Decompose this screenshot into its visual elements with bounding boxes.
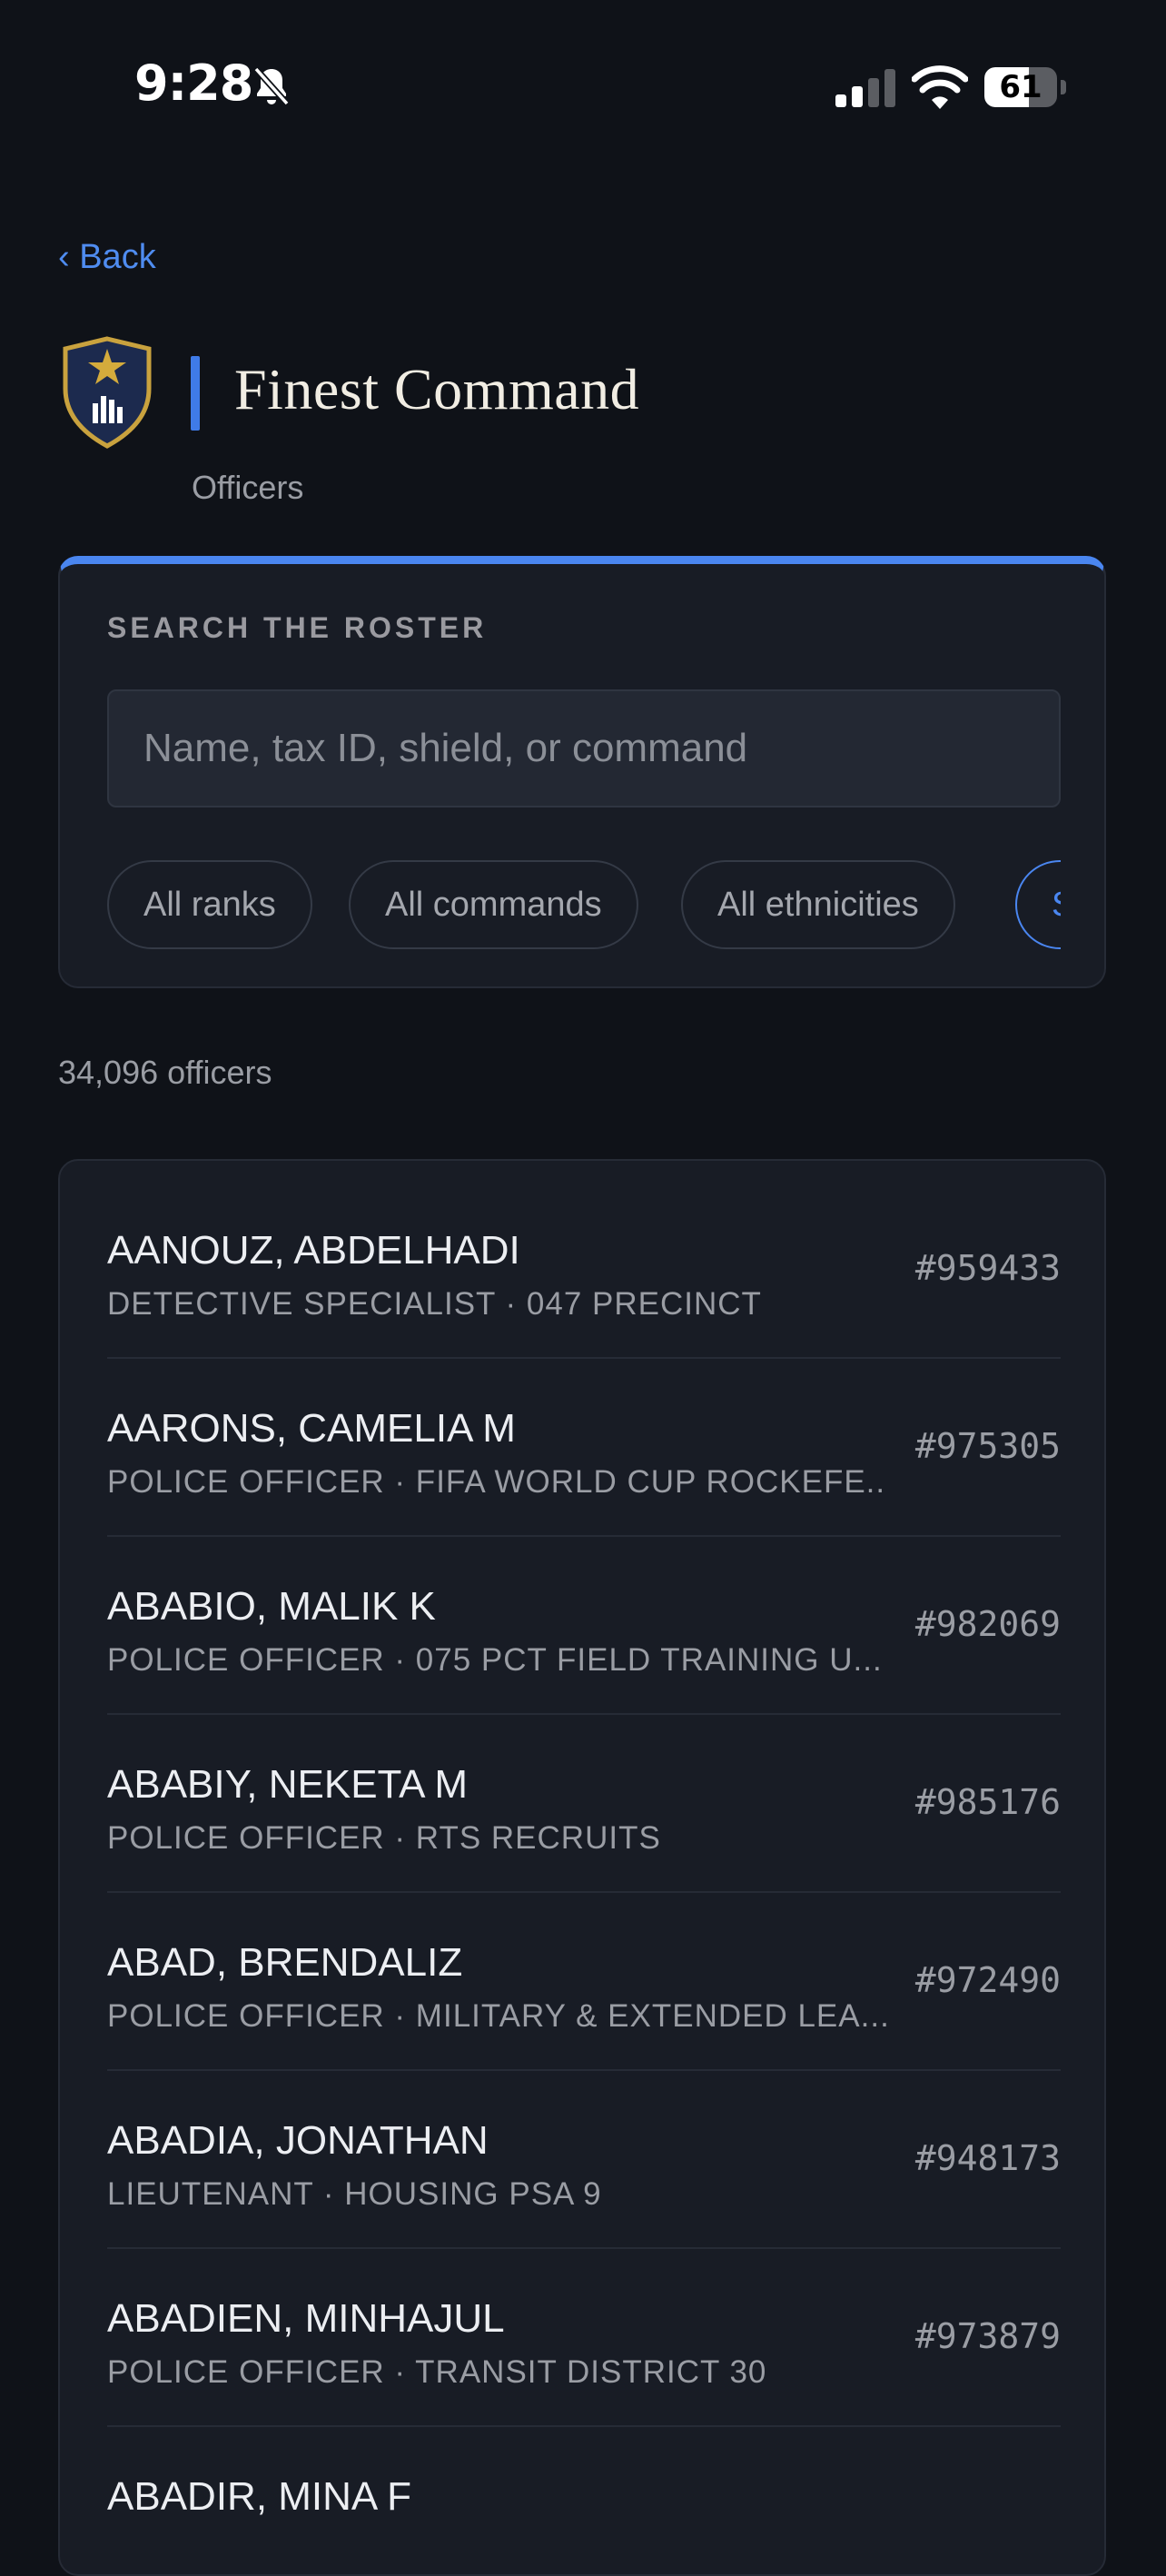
status-bar: 9:28 61 bbox=[0, 0, 1166, 173]
filter-chip-status[interactable]: S bbox=[1015, 860, 1061, 949]
filter-chip-row[interactable]: All ranks All commands All ethnicities S bbox=[107, 860, 1061, 951]
wifi-icon bbox=[912, 65, 968, 109]
officer-rank-command: POLICE OFFICER · 075 PCT FIELD TRAINING … bbox=[107, 1642, 883, 1678]
officer-shield-number: #982069 bbox=[914, 1604, 1061, 1644]
status-time: 9:28 bbox=[134, 54, 253, 112]
officer-name: ABADIA, JONATHAN bbox=[107, 2118, 489, 2163]
officer-rank-command: POLICE OFFICER · FIFA WORLD CUP ROCKEFE.… bbox=[107, 1464, 888, 1500]
officer-row[interactable]: ABAD, BRENDALIZ POLICE OFFICER · MILITAR… bbox=[107, 1891, 1061, 2071]
officer-rank-command: POLICE OFFICER · MILITARY & EXTENDED LEA… bbox=[107, 1998, 888, 2034]
officer-row[interactable]: ABABIO, MALIK K POLICE OFFICER · 075 PCT… bbox=[107, 1535, 1061, 1715]
back-button[interactable]: ‹ Back bbox=[58, 238, 156, 277]
officer-name: AARONS, CAMELIA M bbox=[107, 1406, 516, 1451]
filter-chip-commands[interactable]: All commands bbox=[349, 860, 638, 949]
battery-level: 61 bbox=[999, 69, 1042, 105]
officer-row[interactable]: ABADIR, MINA F bbox=[107, 2425, 1061, 2574]
battery-icon: 61 bbox=[984, 67, 1066, 107]
officer-row[interactable]: AARONS, CAMELIA M POLICE OFFICER · FIFA … bbox=[107, 1357, 1061, 1537]
shield-star-icon bbox=[63, 336, 152, 449]
officer-row[interactable]: ABADIEN, MINHAJUL POLICE OFFICER · TRANS… bbox=[107, 2247, 1061, 2427]
officer-shield-number: #959433 bbox=[914, 1248, 1061, 1288]
filter-chip-ethnicities[interactable]: All ethnicities bbox=[681, 860, 955, 949]
app-title: Finest Command bbox=[234, 357, 640, 421]
filter-chip-ranks[interactable]: All ranks bbox=[107, 860, 312, 949]
search-input[interactable] bbox=[107, 689, 1061, 807]
cellular-signal-icon bbox=[835, 69, 895, 107]
officer-shield-number: #948173 bbox=[914, 2138, 1061, 2178]
bell-slash-icon bbox=[253, 66, 290, 106]
search-card: SEARCH THE ROSTER All ranks All commands… bbox=[58, 556, 1106, 988]
title-accent-bar bbox=[191, 356, 200, 431]
officer-shield-number: #973879 bbox=[914, 2316, 1061, 2356]
result-count: 34,096 officers bbox=[58, 1054, 272, 1091]
officer-row[interactable]: ABABIY, NEKETA M POLICE OFFICER · RTS RE… bbox=[107, 1713, 1061, 1893]
officer-shield-number: #975305 bbox=[914, 1426, 1061, 1466]
search-heading: SEARCH THE ROSTER bbox=[107, 611, 488, 644]
officer-name: ABABIY, NEKETA M bbox=[107, 1762, 468, 1807]
officer-name: ABADIEN, MINHAJUL bbox=[107, 2296, 505, 2341]
officer-name: ABABIO, MALIK K bbox=[107, 1584, 436, 1629]
officer-shield-number: #985176 bbox=[914, 1782, 1061, 1822]
officer-row[interactable]: ABADIA, JONATHAN LIEUTENANT · HOUSING PS… bbox=[107, 2069, 1061, 2249]
officer-rank-command: POLICE OFFICER · RTS RECRUITS bbox=[107, 1820, 661, 1856]
officer-rank-command: DETECTIVE SPECIALIST · 047 PRECINCT bbox=[107, 1286, 762, 1322]
officer-name: ABADIR, MINA F bbox=[107, 2474, 411, 2519]
page-subtitle: Officers bbox=[192, 469, 304, 506]
officer-list: AANOUZ, ABDELHADI DETECTIVE SPECIALIST ·… bbox=[58, 1159, 1106, 2576]
officer-name: AANOUZ, ABDELHADI bbox=[107, 1228, 520, 1273]
officer-rank-command: POLICE OFFICER · TRANSIT DISTRICT 30 bbox=[107, 2354, 767, 2390]
officer-shield-number: #972490 bbox=[914, 1960, 1061, 2000]
officer-row[interactable]: AANOUZ, ABDELHADI DETECTIVE SPECIALIST ·… bbox=[107, 1179, 1061, 1359]
officer-rank-command: LIEUTENANT · HOUSING PSA 9 bbox=[107, 2176, 602, 2212]
officer-name: ABAD, BRENDALIZ bbox=[107, 1940, 463, 1985]
